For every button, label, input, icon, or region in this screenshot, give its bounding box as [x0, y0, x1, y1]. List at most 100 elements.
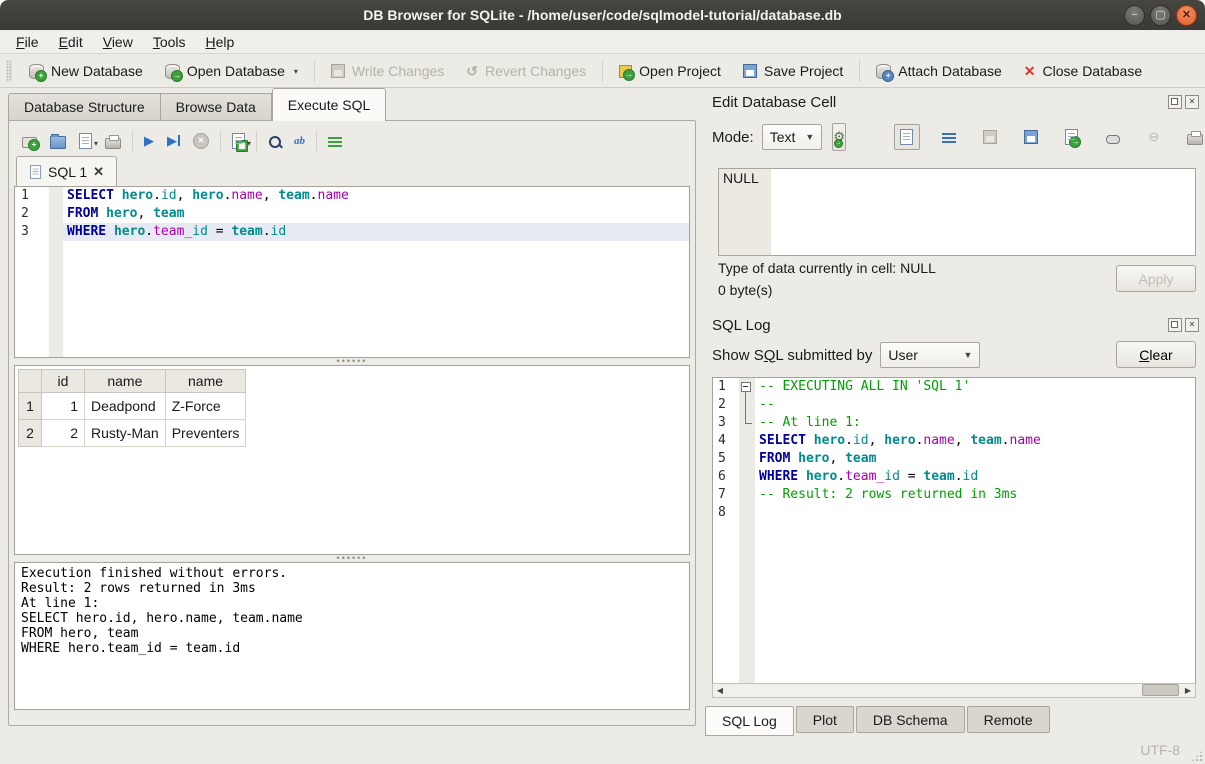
close-sql-tab-icon[interactable]: ✕: [93, 164, 104, 180]
new-sql-tab-icon[interactable]: +: [22, 137, 37, 148]
attach-database-icon: +: [876, 64, 891, 79]
menu-help[interactable]: Help: [196, 32, 245, 52]
save-sql-file-icon[interactable]: ▾: [79, 133, 92, 149]
open-database-button[interactable]: → Open Database ▾: [154, 58, 309, 84]
tab-database-structure[interactable]: Database Structure: [8, 93, 161, 121]
tab-browse-data[interactable]: Browse Data: [161, 93, 272, 121]
scroll-left-icon[interactable]: ◀: [713, 684, 727, 697]
save-project-icon: [743, 64, 757, 78]
scrollbar-thumb[interactable]: [1142, 684, 1179, 696]
sql-file-tab[interactable]: SQL 1 ✕: [16, 156, 117, 186]
export-data-icon[interactable]: →: [1060, 125, 1084, 149]
print-cell-icon[interactable]: [1183, 125, 1205, 149]
results-column-header[interactable]: id: [42, 370, 85, 393]
encoding-status: UTF-8: [1140, 742, 1180, 758]
close-button[interactable]: ✕: [1176, 5, 1197, 26]
mode-label: Mode:: [712, 129, 754, 146]
window-controls: − ▢ ✕: [1124, 5, 1197, 26]
maximize-button[interactable]: ▢: [1150, 5, 1171, 26]
menu-edit[interactable]: Edit: [49, 32, 93, 52]
filter-label: Show SQL submitted by: [712, 347, 872, 364]
attach-database-button[interactable]: + Attach Database: [865, 58, 1013, 84]
result-cell[interactable]: Deadpond: [85, 393, 166, 420]
result-cell[interactable]: 1: [42, 393, 85, 420]
sql-editor-toolbar: + ▾ ▶ ▶ ✕ ▦▾ ab: [14, 126, 690, 156]
set-null-icon: ⊖: [1142, 125, 1166, 149]
edit-cell-dock-header: Edit Database Cell ✕: [712, 92, 1199, 112]
float-dock-icon[interactable]: [1168, 95, 1182, 109]
apply-button: Apply: [1116, 265, 1196, 292]
sql-log-view[interactable]: 1-- EXECUTING ALL IN 'SQL 1'2--3-- At li…: [712, 377, 1196, 685]
float-dock-icon[interactable]: [1168, 318, 1182, 332]
execution-status-log[interactable]: Execution finished without errors. Resul…: [14, 562, 690, 710]
results-table: idnamename11DeadpondZ-Force22Rusty-ManPr…: [18, 369, 246, 447]
row-header[interactable]: 2: [19, 420, 42, 447]
toolbar-separator: [314, 60, 315, 82]
auto-apply-button[interactable]: ⚙ →: [832, 123, 846, 151]
results-column-header[interactable]: name: [165, 370, 246, 393]
execute-current-line-icon[interactable]: ▶: [167, 134, 180, 148]
toolbar-drag-handle[interactable]: [6, 60, 12, 82]
revert-changes-button: ↺ Revert Changes: [455, 58, 597, 84]
execute-all-icon[interactable]: ▶: [144, 134, 154, 148]
close-dock-icon[interactable]: ✕: [1185, 318, 1199, 332]
submitted-by-select[interactable]: User ▼: [880, 342, 980, 368]
open-project-button[interactable]: → Open Project: [608, 58, 732, 84]
cell-editor[interactable]: NULL: [718, 168, 1196, 256]
toolbar-separator: [602, 60, 603, 82]
save-project-button[interactable]: Save Project: [732, 58, 854, 84]
results-grid: idnamename11DeadpondZ-Force22Rusty-ManPr…: [14, 365, 690, 555]
splitter-results-log[interactable]: ••••••: [14, 555, 690, 562]
title-bar: DB Browser for SQLite - /home/user/code/…: [0, 0, 1205, 30]
results-corner-cell[interactable]: [19, 370, 42, 393]
menu-view[interactable]: View: [93, 32, 143, 52]
minimize-button[interactable]: −: [1124, 5, 1145, 26]
main-tab-bar: Database Structure Browse Data Execute S…: [8, 88, 386, 121]
resize-grip[interactable]: [1191, 750, 1203, 762]
dock-tab-plot[interactable]: Plot: [796, 706, 854, 733]
sql-log-lines: 1-- EXECUTING ALL IN 'SQL 1'2--3-- At li…: [713, 378, 1195, 522]
close-database-button[interactable]: ✕ Close Database: [1013, 58, 1153, 84]
word-wrap-icon[interactable]: [937, 125, 961, 149]
result-cell[interactable]: Z-Force: [165, 393, 246, 420]
new-database-icon: +: [29, 64, 44, 79]
table-row: 11DeadpondZ-Force: [19, 393, 246, 420]
edit-cell-title: Edit Database Cell: [712, 94, 1165, 111]
close-dock-icon[interactable]: ✕: [1185, 95, 1199, 109]
save-data-icon[interactable]: [1019, 125, 1043, 149]
edit-cell-toolbar: → ⊖: [894, 124, 1205, 150]
menu-tools[interactable]: Tools: [143, 32, 196, 52]
open-database-dropdown-icon[interactable]: ▾: [294, 67, 298, 79]
dock-tab-remote[interactable]: Remote: [967, 706, 1050, 733]
indent-icon[interactable]: [328, 137, 342, 148]
auto-format-icon[interactable]: ab: [294, 134, 305, 148]
result-cell[interactable]: Preventers: [165, 420, 246, 447]
text-mode-icon[interactable]: [894, 124, 920, 150]
save-results-icon[interactable]: ▦▾: [232, 133, 245, 149]
edit-cell-mode-row: Mode: Text ▼ ⚙ → → ⊖: [712, 122, 1197, 152]
new-database-button[interactable]: + New Database: [18, 58, 154, 84]
sql-editor[interactable]: 1SELECT hero.id, hero.name, team.name2FR…: [14, 186, 690, 358]
row-header[interactable]: 1: [19, 393, 42, 420]
tab-execute-sql[interactable]: Execute SQL: [272, 88, 387, 121]
print-icon[interactable]: [105, 138, 121, 149]
dock-tab-sql-log[interactable]: SQL Log: [705, 706, 794, 736]
horizontal-scrollbar[interactable]: ◀ ▶: [712, 683, 1196, 698]
cell-type-info: Type of data currently in cell: NULL: [718, 260, 936, 276]
result-cell[interactable]: Rusty-Man: [85, 420, 166, 447]
link-icon[interactable]: [1101, 125, 1125, 149]
menu-file[interactable]: File: [6, 32, 49, 52]
clear-log-button[interactable]: Clear: [1116, 341, 1196, 368]
find-icon[interactable]: [269, 136, 281, 148]
open-sql-file-icon[interactable]: [50, 136, 66, 149]
result-cell[interactable]: 2: [42, 420, 85, 447]
splitter-editor-results[interactable]: ••••••: [14, 358, 690, 365]
results-column-header[interactable]: name: [85, 370, 166, 393]
scroll-right-icon[interactable]: ▶: [1181, 684, 1195, 697]
dock-tab-db-schema[interactable]: DB Schema: [856, 706, 965, 733]
dock-tab-bar: SQL Log Plot DB Schema Remote: [705, 706, 1052, 736]
chevron-down-icon: ▼: [805, 132, 814, 142]
write-changes-icon: [331, 64, 345, 78]
mode-select[interactable]: Text ▼: [762, 124, 823, 150]
app-window: DB Browser for SQLite - /home/user/code/…: [0, 0, 1205, 764]
